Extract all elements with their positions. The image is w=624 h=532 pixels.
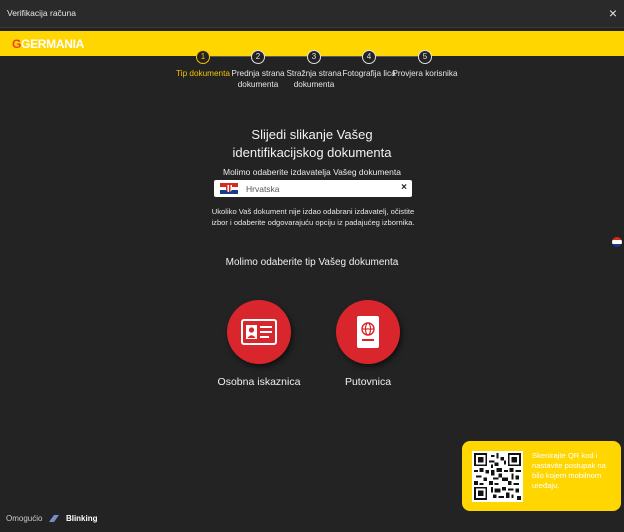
blinking-logo-icon — [48, 515, 59, 523]
step-number: 3 — [307, 50, 321, 64]
passport-button[interactable] — [336, 300, 400, 364]
window-titlebar: Verifikacija računa × — [0, 0, 624, 28]
doc-type-id-card[interactable]: Osobna iskaznica — [204, 300, 314, 388]
id-card-label: Osobna iskaznica — [217, 376, 301, 388]
qr-code-icon — [474, 453, 521, 500]
step-number: 4 — [362, 50, 376, 64]
step-user-check: 5 Provjera korisnika — [390, 50, 460, 79]
step-number: 1 — [196, 50, 210, 64]
step-label: Provjera korisnika — [392, 69, 458, 78]
passport-icon — [357, 316, 379, 348]
step-number: 2 — [251, 50, 265, 64]
croatia-flag-icon — [220, 183, 238, 194]
id-card-icon — [241, 319, 277, 345]
page-title: Slijedi slikanje Vašeg identifikacijskog… — [232, 127, 392, 160]
germania-logo: GGERMANIA — [12, 37, 84, 51]
qr-code — [472, 451, 523, 502]
step-number: 5 — [418, 50, 432, 64]
issuer-info-text: Ukoliko Vaš dokument nije izdao odabrani… — [211, 207, 415, 227]
doc-type-prompt: Molimo odaberite tip Vašeg dokumenta — [225, 257, 399, 268]
passport-label: Putovnica — [344, 376, 392, 388]
close-icon[interactable]: × — [609, 5, 617, 21]
issuer-prompt: Molimo odaberite izdavatelja Vašeg dokum… — [223, 167, 401, 177]
qr-instructions: Skenirajte QR kod i nastavite postupak n… — [532, 451, 606, 490]
powered-by: Omogućio Blinking — [6, 514, 98, 523]
issuer-select[interactable]: × — [214, 180, 412, 197]
doc-type-passport[interactable]: Putovnica — [313, 300, 423, 388]
id-card-button[interactable] — [227, 300, 291, 364]
window-title: Verifikacija računa — [7, 8, 76, 18]
clear-icon[interactable]: × — [401, 182, 407, 193]
language-flag-icon[interactable] — [612, 237, 622, 247]
issuer-input[interactable] — [246, 182, 396, 195]
qr-card: Skenirajte QR kod i nastavite postupak n… — [462, 441, 621, 511]
